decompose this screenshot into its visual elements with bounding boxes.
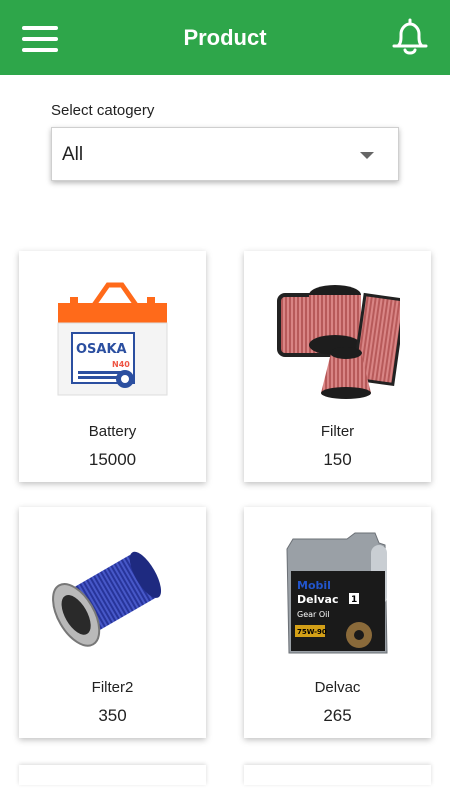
svg-text:1: 1 [351, 595, 357, 605]
gear-oil-image: Mobil Delvac 1 Gear Oil 75W-90 [286, 532, 388, 654]
svg-text:OSAKA: OSAKA [76, 342, 127, 357]
svg-text:Mobil: Mobil [297, 579, 331, 592]
bell-icon[interactable] [388, 15, 432, 59]
product-card[interactable]: Mobil Delvac 1 Gear Oil 75W-90 Delvac 26… [244, 507, 431, 738]
product-price: 350 [98, 706, 127, 725]
svg-text:Delvac: Delvac [297, 593, 338, 606]
product-price: 150 [323, 450, 352, 469]
svg-text:Gear Oil: Gear Oil [297, 610, 330, 619]
dropdown-caret-icon [360, 152, 374, 159]
product-card[interactable]: Filter2 350 [19, 507, 206, 738]
category-label: Select catogery [51, 102, 155, 119]
product-name: Filter2 [91, 679, 134, 696]
category-selected-value: All [62, 144, 84, 165]
product-name: Delvac [314, 679, 361, 696]
product-name: Filter [320, 423, 355, 440]
product-name: Battery [88, 423, 137, 440]
air-filter-image [52, 551, 162, 647]
filter-image [277, 285, 400, 399]
battery-image: OSAKA N40 [57, 282, 168, 396]
product-card[interactable]: OSAKA N40 Battery 15000 [19, 251, 206, 482]
svg-text:75W-90: 75W-90 [297, 628, 327, 636]
app-bar: Product [0, 0, 450, 75]
product-price: 15000 [88, 450, 137, 469]
category-select[interactable]: All [51, 127, 399, 181]
page-title: Product [183, 25, 267, 50]
product-card[interactable]: Filter 150 [244, 251, 431, 482]
svg-text:N40: N40 [112, 360, 130, 369]
product-card[interactable] [19, 765, 206, 785]
product-card[interactable] [244, 765, 431, 785]
product-price: 265 [323, 706, 352, 725]
